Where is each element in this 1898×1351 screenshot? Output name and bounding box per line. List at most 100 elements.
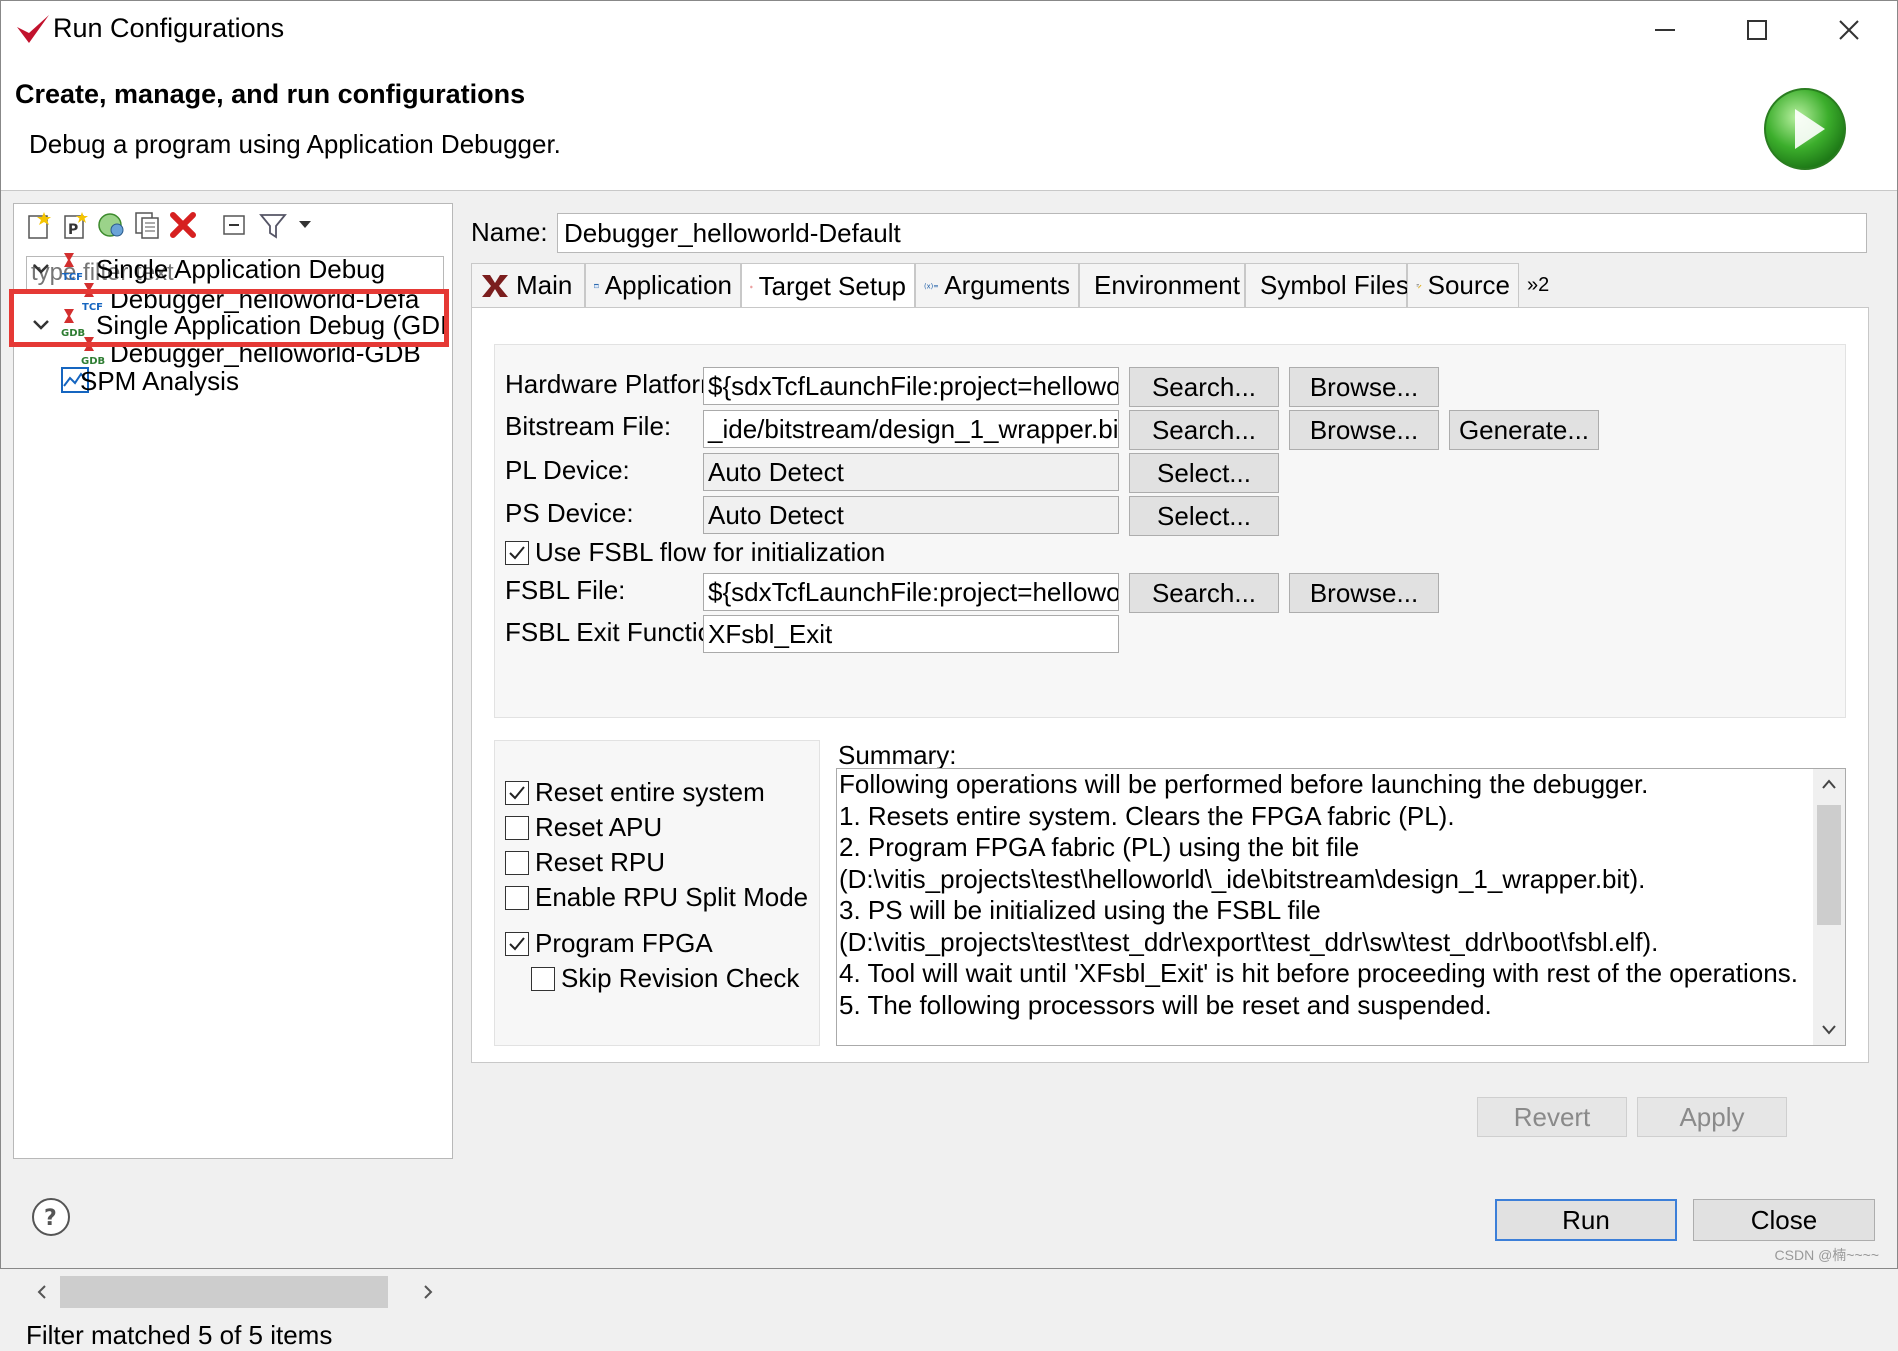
tab-overflow-chevron[interactable]: »2: [1519, 263, 1559, 307]
scroll-up-icon[interactable]: [1813, 769, 1845, 799]
target-icon: [750, 285, 753, 288]
new-prototype-icon[interactable]: P: [60, 210, 90, 240]
fsbl-file-input[interactable]: ${sdxTcfLaunchFile:project=helloworld;fi…: [703, 573, 1119, 611]
svg-text:?: ?: [44, 1206, 57, 1231]
reset-entire-system-checkbox[interactable]: [505, 781, 529, 805]
use-fsbl-checkbox[interactable]: [505, 541, 529, 565]
svg-text:(x)=: (x)=: [924, 282, 938, 290]
help-icon[interactable]: ?: [31, 1197, 71, 1237]
hardware-platform-label: Hardware Platform:: [505, 369, 729, 399]
maximize-button[interactable]: [1719, 7, 1795, 53]
tab-application[interactable]: Application: [585, 263, 741, 307]
arguments-icon: (x)=: [924, 282, 938, 290]
summary-line: Following operations will be performed b…: [839, 769, 1649, 799]
close-window-button[interactable]: [1811, 7, 1887, 53]
tcf-debug-icon: TCF: [62, 253, 83, 282]
hardware-platform-browse-button[interactable]: Browse...: [1289, 367, 1439, 407]
check-icon: [509, 937, 525, 951]
horizontal-scrollbar[interactable]: [26, 1276, 444, 1308]
enable-rpu-split-mode-label: Enable RPU Split Mode: [535, 882, 809, 912]
skip-revision-check-label: Skip Revision Check: [561, 963, 800, 993]
svg-text:P: P: [68, 222, 78, 238]
fsbl-file-label: FSBL File:: [505, 575, 626, 605]
reset-rpu-checkbox[interactable]: [505, 851, 529, 875]
watermark-text: CSDN @楠~~~~: [1774, 1247, 1879, 1263]
header-title: Create, manage, and run configurations: [15, 79, 526, 109]
summary-text-area[interactable]: Following operations will be performed b…: [836, 768, 1846, 1046]
pl-device-select-button[interactable]: Select...: [1129, 453, 1279, 493]
program-fpga-checkbox[interactable]: [505, 932, 529, 956]
bitstream-search-button[interactable]: Search...: [1129, 410, 1279, 450]
selection-highlight-annotation: [9, 289, 449, 347]
scroll-right-icon[interactable]: [418, 1276, 438, 1308]
use-fsbl-label: Use FSBL flow for initialization: [535, 537, 886, 567]
filter-status-text: Filter matched 5 of 5 items: [26, 1320, 333, 1350]
target-setup-content: Hardware Platform: ${sdxTcfLaunchFile:pr…: [471, 307, 1869, 1063]
tab-bar: Main Application Target Setup (x)= Argum…: [471, 263, 1869, 309]
dialog-header: Create, manage, and run configurations D…: [1, 61, 1897, 191]
tree-item-label: Single Application Debug: [96, 254, 386, 284]
target-settings-group: Hardware Platform: ${sdxTcfLaunchFile:pr…: [494, 344, 1846, 718]
minimize-icon: [1655, 29, 1675, 31]
reset-rpu-label: Reset RPU: [535, 847, 666, 877]
hardware-platform-input[interactable]: ${sdxTcfLaunchFile:project=helloworld;fi…: [703, 367, 1119, 405]
bitstream-file-label: Bitstream File:: [505, 411, 672, 441]
xilinx-icon: [482, 274, 508, 297]
svg-text:GDB: GDB: [81, 356, 105, 366]
tab-environment[interactable]: Environment: [1079, 263, 1245, 307]
summary-line: 5. The following processors will be rese…: [839, 989, 1492, 1020]
reset-apu-label: Reset APU: [535, 812, 663, 842]
hardware-platform-search-button[interactable]: Search...: [1129, 367, 1279, 407]
tab-source[interactable]: Source: [1407, 263, 1519, 307]
reset-options-group: Reset entire system Reset APU Reset RPU …: [494, 740, 820, 1046]
skip-revision-check-checkbox[interactable]: [531, 967, 555, 991]
check-icon: [509, 786, 525, 800]
scrollbar-thumb[interactable]: [1817, 805, 1841, 925]
tab-arguments[interactable]: (x)= Arguments: [915, 263, 1079, 307]
reset-apu-checkbox[interactable]: [505, 816, 529, 840]
pl-device-input[interactable]: Auto Detect: [703, 453, 1119, 491]
minimize-button[interactable]: [1627, 7, 1703, 53]
collapse-all-icon[interactable]: [220, 210, 250, 240]
close-button[interactable]: Close: [1693, 1199, 1875, 1241]
ps-device-select-button[interactable]: Select...: [1129, 496, 1279, 536]
bitstream-file-input[interactable]: _ide/bitstream/design_1_wrapper.bit: [703, 410, 1119, 448]
export-configuration-icon[interactable]: [96, 210, 126, 240]
source-icon: [1416, 283, 1422, 288]
tab-symbol-files[interactable]: Symbol Files: [1245, 263, 1409, 307]
summary-line: 1. Resets entire system. Clears the FPGA…: [839, 800, 1455, 831]
bitstream-generate-button[interactable]: Generate...: [1449, 410, 1599, 450]
window-title: Run Configurations: [53, 13, 285, 43]
title-bar: Run Configurations: [1, 1, 1897, 61]
pl-device-label: PL Device:: [505, 455, 630, 485]
header-description: Debug a program using Application Debugg…: [29, 129, 561, 159]
fsbl-browse-button[interactable]: Browse...: [1289, 573, 1439, 613]
scroll-down-icon[interactable]: [1813, 1015, 1845, 1045]
filter-icon[interactable]: [258, 210, 288, 240]
scroll-left-icon[interactable]: [32, 1276, 52, 1308]
name-label: Name:: [471, 217, 548, 247]
name-input[interactable]: Debugger_helloworld-Default: [557, 213, 1867, 253]
revert-button[interactable]: Revert: [1477, 1097, 1627, 1137]
close-icon: [1839, 20, 1859, 40]
bitstream-browse-button[interactable]: Browse...: [1289, 410, 1439, 450]
chevron-down-icon[interactable]: [30, 258, 52, 280]
run-button[interactable]: Run: [1495, 1199, 1677, 1241]
apply-button[interactable]: Apply: [1637, 1097, 1787, 1137]
fsbl-exit-function-label: FSBL Exit Function:: [505, 617, 734, 647]
scrollbar-thumb[interactable]: [60, 1276, 388, 1308]
fsbl-search-button[interactable]: Search...: [1129, 573, 1279, 613]
new-configuration-icon[interactable]: [24, 210, 54, 240]
duplicate-configuration-icon[interactable]: [132, 210, 162, 240]
fsbl-exit-function-input[interactable]: XFsbl_Exit: [703, 615, 1119, 653]
summary-line: (D:\vitis_projects\test\test_ddr\export\…: [839, 926, 1659, 957]
ps-device-input[interactable]: Auto Detect: [703, 496, 1119, 534]
tab-target-setup[interactable]: Target Setup: [741, 263, 915, 309]
vertical-scrollbar[interactable]: [1813, 769, 1845, 1045]
view-menu-chevron-down-icon[interactable]: [290, 210, 320, 240]
run-banner-icon: [1764, 88, 1846, 170]
summary-line: 2. Program FPGA fabric (PL) using the bi…: [839, 832, 1360, 862]
tab-main[interactable]: Main: [471, 263, 585, 307]
delete-configuration-icon[interactable]: [168, 210, 198, 240]
enable-rpu-split-mode-checkbox[interactable]: [505, 886, 529, 910]
